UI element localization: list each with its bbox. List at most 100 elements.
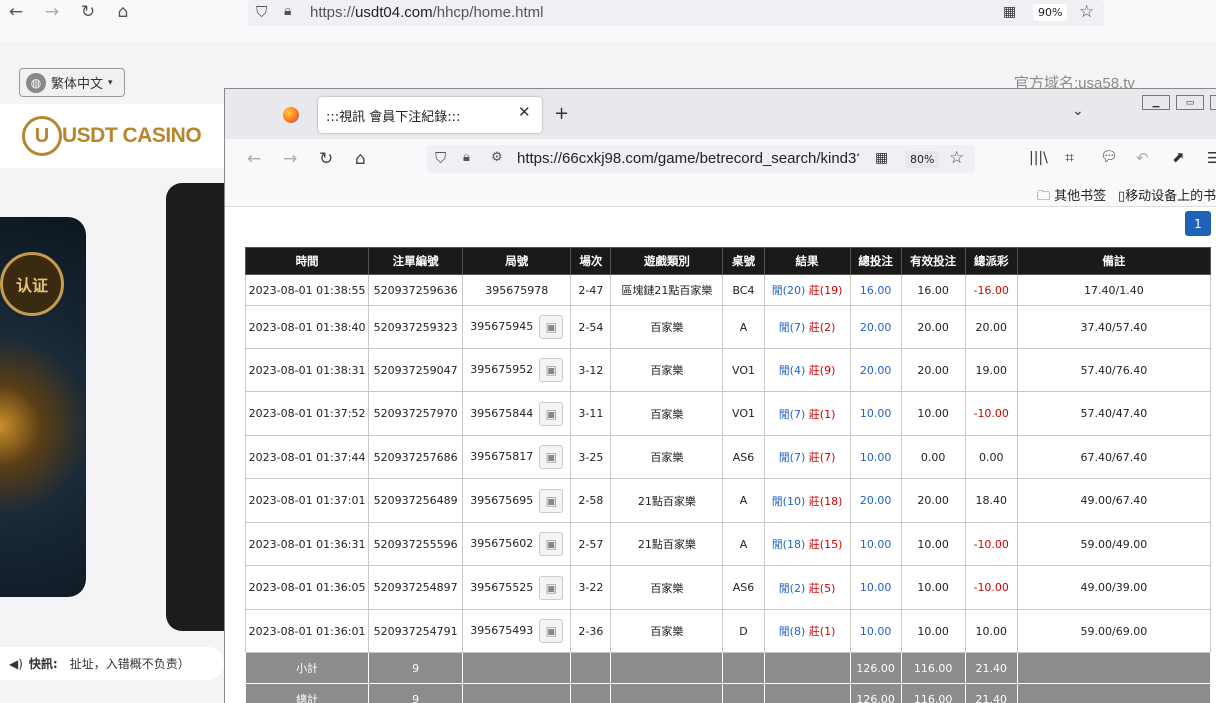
permissions-icon[interactable]: ⚙ xyxy=(491,150,503,165)
cell-payout: 19.00 xyxy=(964,348,1018,392)
cell-note: 57.40/47.40 xyxy=(1016,391,1212,436)
round-id: 395675695 xyxy=(470,493,534,507)
casino-logo-icon[interactable]: U xyxy=(22,116,62,156)
main-url-text[interactable]: https://usdt04.com/hhcp/home.html xyxy=(310,4,543,21)
cell-game-type: 21點百家樂 xyxy=(610,522,724,566)
bookmark-star-icon[interactable]: ☆ xyxy=(1079,2,1094,22)
mobile-bookmarks[interactable]: ▯移动设备上的书 xyxy=(1118,185,1216,204)
cell-total-bet: 10.00 xyxy=(849,522,902,566)
popup-home-icon[interactable]: ⌂ xyxy=(355,149,366,169)
tab-list-chevron-icon[interactable]: ⌄ xyxy=(1072,103,1084,119)
column-header: 結果 xyxy=(763,247,851,275)
cell-total-bet: 20.00 xyxy=(849,478,902,523)
cell-round-id: 395675525 ▣ xyxy=(462,565,572,610)
pagination-page-1[interactable]: 1 xyxy=(1185,211,1211,236)
replay-video-icon[interactable]: ▣ xyxy=(539,315,564,339)
cell-table-id: D xyxy=(722,609,765,653)
popup-bookmark-star-icon[interactable]: ☆ xyxy=(949,148,964,168)
forward-arrow-icon[interactable]: → xyxy=(40,0,64,24)
popup-reload-icon[interactable]: ↻ xyxy=(319,149,333,169)
total-cell: 21.40 xyxy=(964,683,1018,703)
chevron-down-icon: ▾ xyxy=(108,77,113,88)
cell-payout: -16.00 xyxy=(964,274,1018,306)
qr-code-icon[interactable]: ▦ xyxy=(1003,4,1016,20)
column-header: 桌號 xyxy=(722,247,765,275)
subtotal-cell xyxy=(1016,652,1212,684)
other-bookmarks[interactable]: 🗀 其他书签 xyxy=(1037,185,1106,209)
cell-note: 49.00/39.00 xyxy=(1016,565,1212,610)
round-id: 395675945 xyxy=(470,320,534,333)
cell-table-id: AS6 xyxy=(722,565,765,610)
firefox-icon[interactable] xyxy=(283,107,299,123)
minimize-icon[interactable]: ▁ xyxy=(1142,95,1170,110)
crop-icon[interactable]: ⌗ xyxy=(1065,148,1074,168)
popup-zoom-badge[interactable]: 80% xyxy=(905,151,940,168)
column-header: 時間 xyxy=(244,247,370,275)
cell-table-id: A xyxy=(722,305,765,349)
cell-round-id: 395675602 ▣ xyxy=(462,522,572,566)
cell-game-type: 21點百家樂 xyxy=(610,478,724,523)
replay-video-icon[interactable]: ▣ xyxy=(539,532,564,556)
cell-session: 2-54 xyxy=(570,305,612,349)
replay-video-icon[interactable]: ▣ xyxy=(539,619,564,643)
popup-tab[interactable]: :::視訊 會員下注紀錄::: ✕ xyxy=(318,97,542,133)
reload-icon[interactable]: ↻ xyxy=(76,0,100,24)
close-window-icon[interactable]: ✕ xyxy=(1210,95,1216,110)
cell-round-id: 395675844 ▣ xyxy=(462,391,572,436)
language-selector[interactable]: ◍ 繁体中文 ▾ xyxy=(19,68,125,97)
home-icon[interactable]: ⌂ xyxy=(111,0,135,24)
popup-back-icon[interactable]: ← xyxy=(247,149,261,169)
table-row: 2023-08-01 01:37:01 520937256489 395675695… xyxy=(244,478,1212,523)
bet-record-window: :::視訊 會員下注紀錄::: ✕ + ⌄ ▁ ▭ ✕ ← → ↻ ⌂ ⛉ 🔒︎… xyxy=(224,88,1216,703)
popup-qr-icon[interactable]: ▦ xyxy=(875,150,888,166)
popup-tab-title: :::視訊 會員下注紀錄::: xyxy=(326,109,461,125)
popup-url-text[interactable]: https://66cxkj98.com/game/betrecord_sear… xyxy=(517,150,859,167)
new-tab-icon[interactable]: + xyxy=(554,103,569,124)
cell-result: 閒(4) 莊(9) xyxy=(763,348,851,392)
banker-result: 莊(2) xyxy=(808,321,836,334)
cell-valid-bet: 0.00 xyxy=(900,435,966,479)
undo-icon[interactable]: ↶ xyxy=(1136,149,1149,167)
cell-time: 2023-08-01 01:38:55 xyxy=(244,274,370,306)
cell-session: 2-57 xyxy=(570,522,612,566)
maximize-icon[interactable]: ▭ xyxy=(1176,95,1204,110)
cell-payout: 20.00 xyxy=(964,305,1018,349)
cell-result: 閒(20) 莊(19) xyxy=(763,274,851,306)
table-row: 2023-08-01 01:37:44 520937257686 395675817… xyxy=(244,435,1212,479)
popup-shield-icon[interactable]: ⛉ xyxy=(435,149,446,167)
cell-payout: 10.00 xyxy=(964,609,1018,653)
total-cell: 總計 xyxy=(244,683,370,703)
popup-lock-icon: 🔒︎ xyxy=(463,150,470,165)
cell-order-id: 520937257686 xyxy=(368,435,464,479)
column-header: 總投注 xyxy=(849,247,902,275)
extensions-icon[interactable]: ⬈ xyxy=(1172,148,1185,166)
chat-icon[interactable]: 💬︎ xyxy=(1100,149,1118,165)
cell-note: 59.00/69.00 xyxy=(1016,609,1212,653)
replay-video-icon[interactable]: ▣ xyxy=(539,358,564,382)
shield-icon[interactable]: ⛉ xyxy=(256,3,267,21)
subtotal-cell xyxy=(610,652,724,684)
cell-table-id: AS6 xyxy=(722,435,765,479)
close-tab-icon[interactable]: ✕ xyxy=(518,103,531,121)
main-zoom-badge[interactable]: 90% xyxy=(1033,4,1068,21)
cell-order-id: 520937256489 xyxy=(368,478,464,523)
casino-logo[interactable]: USDT CASINO xyxy=(62,124,202,148)
cell-payout: -10.00 xyxy=(964,565,1018,610)
cell-valid-bet: 20.00 xyxy=(900,348,966,392)
back-arrow-icon[interactable]: ← xyxy=(4,0,28,24)
replay-video-icon[interactable]: ▣ xyxy=(539,488,564,513)
replay-video-icon[interactable]: ▣ xyxy=(539,575,564,600)
round-id: 395675602 xyxy=(470,537,534,550)
cell-note: 59.00/49.00 xyxy=(1016,522,1212,566)
banker-result: 莊(5) xyxy=(808,581,836,595)
replay-video-icon[interactable]: ▣ xyxy=(539,445,564,469)
cell-time: 2023-08-01 01:37:01 xyxy=(244,478,370,523)
replay-video-icon[interactable]: ▣ xyxy=(539,401,564,426)
cell-table-id: BC4 xyxy=(722,274,765,306)
popup-forward-icon[interactable]: → xyxy=(283,149,297,169)
menu-icon[interactable]: ☰ xyxy=(1207,149,1216,167)
library-icon[interactable]: |||\ xyxy=(1029,150,1048,166)
cell-table-id: A xyxy=(722,478,765,523)
table-row: 2023-08-01 01:38:31 520937259047 395675952… xyxy=(244,348,1212,392)
cell-valid-bet: 10.00 xyxy=(900,565,966,610)
